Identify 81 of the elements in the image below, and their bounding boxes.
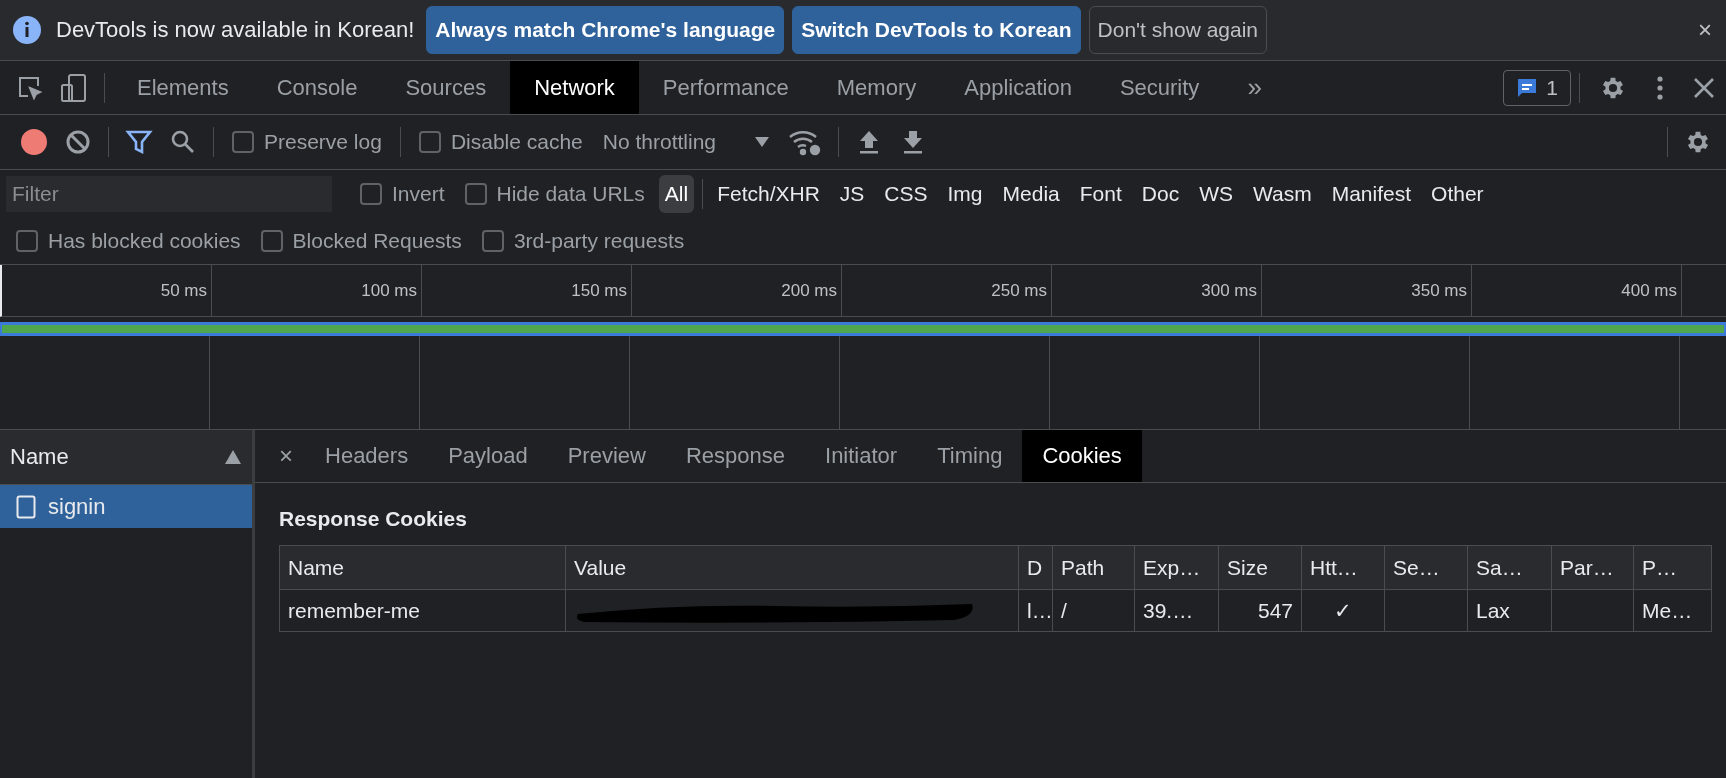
info-icon: [12, 15, 42, 45]
table-cell: 39.…: [1135, 590, 1219, 632]
infobar-button[interactable]: Don't show again: [1088, 6, 1268, 54]
table-header-cell[interactable]: Path: [1053, 546, 1135, 590]
section-title: Response Cookies: [279, 507, 468, 531]
table-header-cell[interactable]: Htt…: [1302, 546, 1385, 590]
table-header-cell[interactable]: Par…: [1552, 546, 1634, 590]
type-filter-button[interactable]: WS: [1193, 174, 1239, 213]
detail-tab[interactable]: Headers: [305, 430, 429, 482]
checkbox[interactable]: Hide data URLs: [464, 181, 645, 206]
panel-tab[interactable]: Performance: [638, 61, 813, 114]
panel-tab[interactable]: Network: [510, 61, 639, 114]
panel-tab[interactable]: Memory: [812, 61, 941, 114]
detail-tab[interactable]: Response: [665, 430, 805, 482]
sort-icon: [224, 449, 242, 465]
table-cell: 547: [1219, 590, 1302, 632]
infobar-button[interactable]: Switch DevTools to Korean: [792, 6, 1081, 54]
panel-tab[interactable]: Elements: [113, 61, 253, 114]
time-tick-label: 50 ms: [160, 280, 207, 301]
time-tick-label: 250 ms: [991, 280, 1047, 301]
info-message: DevTools is now available in Korean!: [56, 17, 415, 43]
type-filter-button[interactable]: Fetch/XHR: [711, 174, 826, 213]
time-tick-label: 100 ms: [361, 280, 417, 301]
type-filter-button[interactable]: JS: [833, 174, 871, 213]
type-filter-button[interactable]: CSS: [878, 174, 934, 213]
type-filter-button[interactable]: Wasm: [1246, 174, 1318, 213]
issues-button[interactable]: 1: [1503, 69, 1571, 106]
detail-tab[interactable]: Preview: [547, 430, 666, 482]
table-cell: remember-me: [280, 590, 566, 632]
checkbox[interactable]: Invert: [360, 181, 445, 206]
record-button[interactable]: [19, 127, 49, 157]
more-tabs-button[interactable]: »: [1223, 61, 1286, 114]
type-filter-button[interactable]: All: [658, 174, 695, 213]
type-filter-button[interactable]: Manifest: [1325, 174, 1418, 213]
table-cell: Lax: [1468, 590, 1552, 632]
table-header-cell[interactable]: Exp…: [1135, 546, 1219, 590]
throttling-select[interactable]: No throttling: [602, 130, 771, 154]
column-header[interactable]: Name: [0, 430, 252, 485]
table-header-cell[interactable]: Value: [566, 546, 1019, 590]
panel-tab[interactable]: Console: [252, 61, 382, 114]
type-filter-button[interactable]: Other: [1425, 174, 1490, 213]
request-row[interactable]: signin: [0, 485, 252, 528]
table-header-cell[interactable]: Sa…: [1468, 546, 1552, 590]
message-icon: [1516, 76, 1539, 99]
type-filter-button[interactable]: Doc: [1135, 174, 1186, 213]
type-filter-button[interactable]: Media: [996, 174, 1066, 213]
table-cell: l…: [1019, 590, 1053, 632]
caret-icon: [754, 136, 771, 148]
infobar-button[interactable]: Always match Chrome's language: [426, 6, 785, 54]
panel-tab[interactable]: Security: [1095, 61, 1224, 114]
table-header-cell[interactable]: Se…: [1385, 546, 1468, 590]
document-icon: [16, 494, 36, 519]
checkbox[interactable]: Blocked Requests: [260, 228, 462, 253]
detail-tab[interactable]: Initiator: [805, 430, 918, 482]
table-cell: /: [1053, 590, 1135, 632]
filter-input[interactable]: Filter: [6, 175, 332, 212]
time-tick-label: 350 ms: [1411, 280, 1467, 301]
table-header-cell[interactable]: D: [1019, 546, 1053, 590]
time-tick-label: 400 ms: [1621, 280, 1677, 301]
detail-tab[interactable]: Timing: [917, 430, 1023, 482]
time-tick-label: 300 ms: [1201, 280, 1257, 301]
checkbox[interactable]: Disable cache: [418, 130, 583, 154]
time-tick-label: 200 ms: [781, 280, 837, 301]
panel-tab[interactable]: Sources: [381, 61, 511, 114]
close-button[interactable]: ×: [1694, 16, 1716, 44]
checkbox[interactable]: 3rd-party requests: [481, 228, 685, 253]
table-header-cell[interactable]: P…: [1634, 546, 1712, 590]
table-cell: ✓: [1302, 590, 1385, 632]
table-cell: Me…: [1634, 590, 1712, 632]
close-button[interactable]: ×: [267, 430, 305, 482]
table-header-cell[interactable]: Size: [1219, 546, 1302, 590]
panel-tab[interactable]: Application: [940, 61, 1096, 114]
detail-tab[interactable]: Payload: [428, 430, 548, 482]
request-name: signin: [48, 493, 106, 520]
detail-tab[interactable]: Cookies: [1022, 430, 1142, 482]
table-header-cell[interactable]: Name: [280, 546, 566, 590]
time-tick-label: 150 ms: [571, 280, 627, 301]
checkbox[interactable]: Preserve log: [232, 130, 382, 154]
type-filter-button[interactable]: Img: [941, 174, 989, 213]
type-filter-button[interactable]: Font: [1073, 174, 1128, 213]
checkbox[interactable]: Has blocked cookies: [16, 228, 241, 253]
